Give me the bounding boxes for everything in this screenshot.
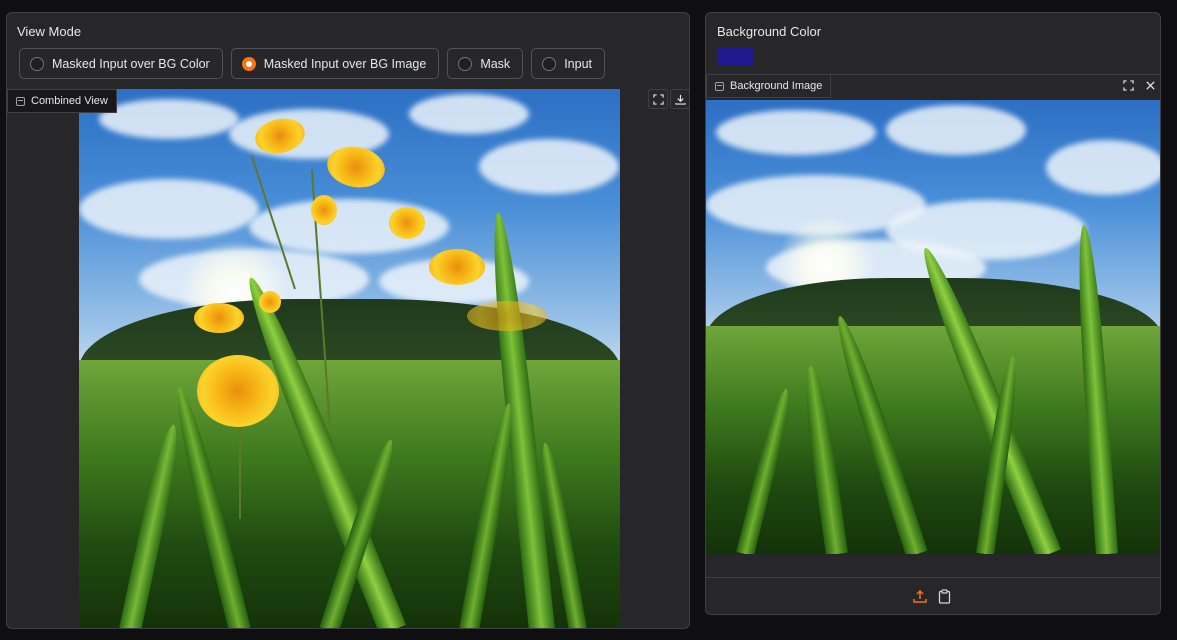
flower-faded <box>467 301 547 331</box>
flower <box>194 303 244 333</box>
radio-button-icon[interactable] <box>30 56 44 71</box>
option-input[interactable]: Input <box>531 48 605 79</box>
flower <box>311 195 337 225</box>
fullscreen-icon <box>652 93 664 105</box>
fullscreen-button[interactable] <box>1118 75 1138 95</box>
close-button[interactable] <box>1140 75 1160 95</box>
fullscreen-icon <box>1122 79 1134 91</box>
close-icon <box>1145 80 1155 90</box>
combined-view-image <box>79 89 620 628</box>
combined-view-label-text: Combined View <box>31 95 108 107</box>
download-icon <box>674 94 686 105</box>
image-icon <box>715 81 724 91</box>
view-mode-title: View Mode <box>17 24 82 39</box>
download-button[interactable] <box>670 89 689 109</box>
view-mode-panel: View Mode Masked Input over BG Color Mas… <box>6 12 690 629</box>
clipboard-icon <box>938 588 950 604</box>
flower <box>259 291 281 313</box>
radio-button-selected-icon[interactable] <box>241 56 256 71</box>
option-mask[interactable]: Mask <box>447 48 524 79</box>
flower <box>429 249 485 285</box>
background-image-label-text: Background Image <box>730 80 823 92</box>
fullscreen-button[interactable] <box>648 89 668 109</box>
view-mode-radio-group: Masked Input over BG Color Masked Input … <box>19 48 605 79</box>
background-panel: Background Color Background Image <box>705 12 1161 615</box>
option-label: Input <box>564 56 592 71</box>
option-masked-input-over-bg-image[interactable]: Masked Input over BG Image <box>230 48 440 79</box>
background-color-title: Background Color <box>717 24 822 39</box>
flower <box>389 207 425 239</box>
flower <box>197 355 279 427</box>
background-image-label: Background Image <box>706 74 832 98</box>
background-image <box>706 100 1160 554</box>
radio-button-icon[interactable] <box>542 56 557 71</box>
upload-button[interactable] <box>912 588 928 604</box>
paste-clipboard-button[interactable] <box>936 588 952 604</box>
background-color-swatch[interactable] <box>717 47 754 66</box>
option-label: Mask <box>480 56 511 71</box>
option-label: Masked Input over BG Image <box>263 56 427 71</box>
option-masked-input-over-bg-color[interactable]: Masked Input over BG Color <box>19 48 223 79</box>
option-label: Masked Input over BG Color <box>52 56 210 71</box>
image-icon <box>16 96 25 106</box>
image-source-toolbar <box>706 577 1160 614</box>
combined-view-label: Combined View <box>7 89 117 113</box>
upload-icon <box>913 589 927 603</box>
radio-button-icon[interactable] <box>458 56 473 71</box>
